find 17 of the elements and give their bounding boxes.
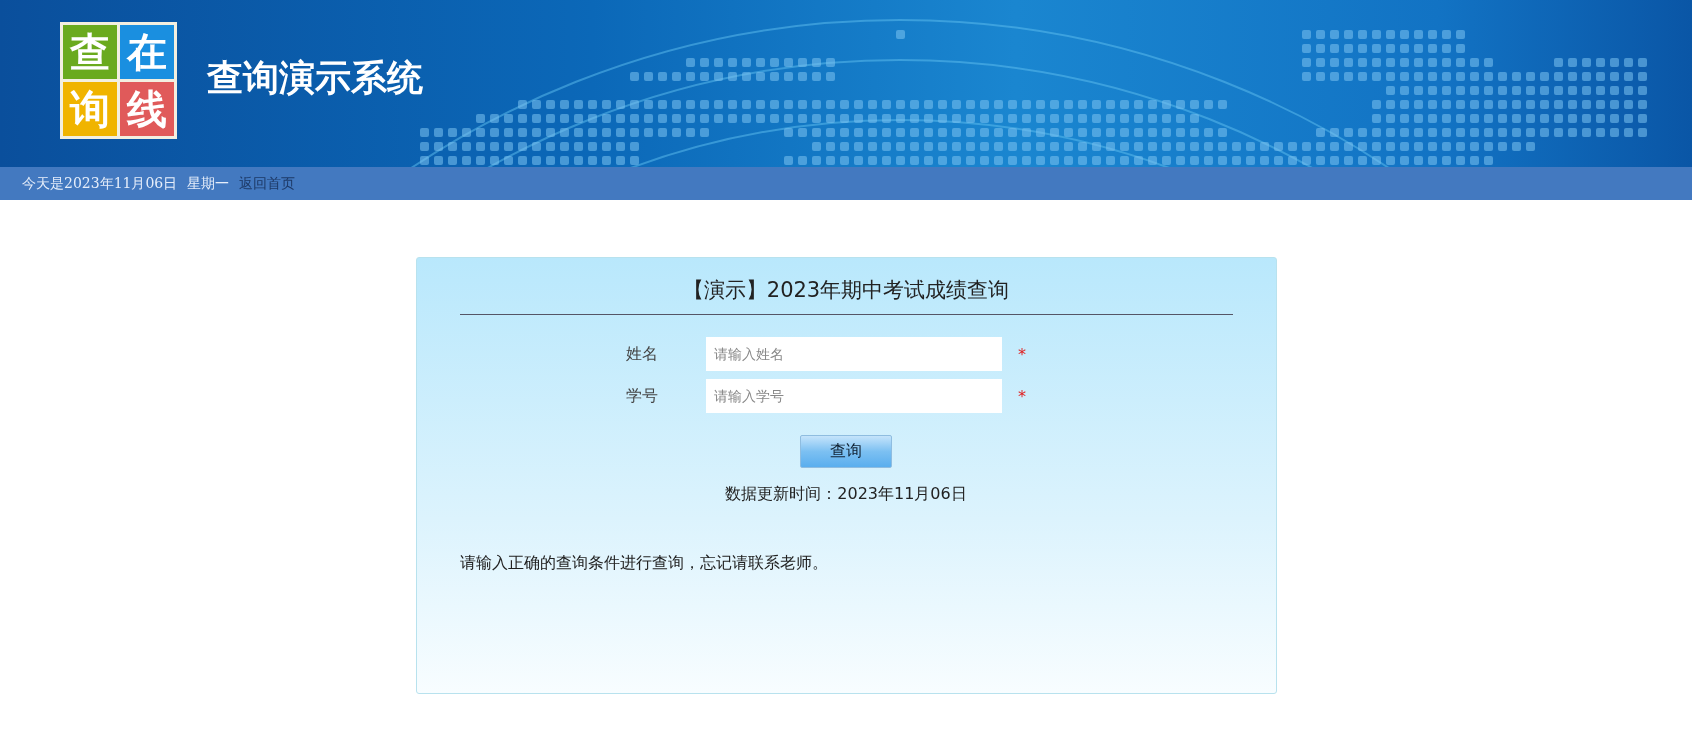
field-label: 姓名: [626, 343, 659, 365]
date-text: 今天是2023年11月06日: [22, 174, 178, 193]
logo-tile: 在: [120, 25, 174, 79]
input-field[interactable]: 请输入学号: [706, 379, 1002, 413]
query-button[interactable]: 查询: [800, 435, 892, 468]
input-field[interactable]: 请输入姓名: [706, 337, 1002, 371]
logo-tile: 查: [63, 25, 117, 79]
note-text: 请输入正确的查询条件进行查询，忘记请联系老师。: [459, 553, 828, 574]
field-label: 学号: [626, 385, 659, 407]
card-title: 【演示】2023年期中考试成绩查询: [682, 277, 1010, 304]
update-time: 数据更新时间：2023年11月06日: [725, 484, 967, 505]
required-mark: *: [1018, 386, 1026, 406]
weekday-text: 星期一: [187, 174, 230, 193]
logo-tile: 线: [120, 82, 174, 136]
site-title: 查询演示系统: [207, 56, 423, 100]
logo-tile: 询: [63, 82, 117, 136]
required-mark: *: [1018, 344, 1026, 364]
